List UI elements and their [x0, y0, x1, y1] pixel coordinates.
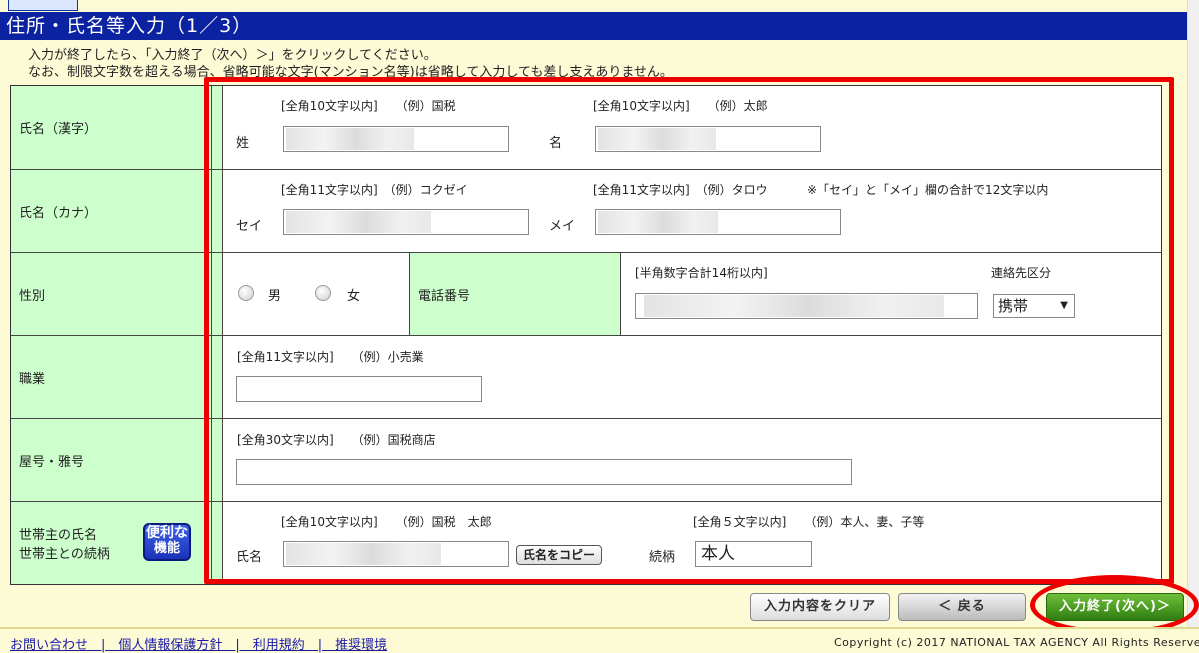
footer-links[interactable]: お問い合わせ | 個人情報保護方針 | 利用規約 | 推奨環境	[10, 634, 387, 653]
label-name-kanji: 氏名（漢字）	[11, 86, 212, 169]
top-strip	[0, 0, 1199, 12]
benri-feature-button[interactable]: 便利な 機能	[143, 523, 191, 561]
back-button[interactable]: ＜ 戻る	[898, 593, 1026, 621]
label-trade-name: 屋号・雅号	[11, 419, 212, 501]
label-name-kana: 氏名（カナ）	[11, 170, 212, 252]
header-logo	[8, 0, 78, 11]
scrollbar[interactable]	[1187, 0, 1199, 649]
highlight-oval	[1030, 575, 1199, 635]
highlight-frame	[204, 77, 1174, 584]
benri-line-1: 便利な	[146, 525, 188, 541]
page-title: 住所・氏名等入力（1／3）	[0, 12, 1187, 40]
label-householder-relation: 世帯主との続柄	[19, 547, 110, 562]
benri-line-2: 機能	[153, 541, 180, 556]
clear-button[interactable]: 入力内容をクリア	[750, 593, 890, 621]
label-occupation: 職業	[11, 336, 212, 418]
label-gender: 性別	[11, 253, 212, 335]
copyright: Copyright (c) 2017 NATIONAL TAX AGENCY A…	[834, 636, 1199, 649]
label-householder-name: 世帯主の氏名	[19, 528, 98, 543]
